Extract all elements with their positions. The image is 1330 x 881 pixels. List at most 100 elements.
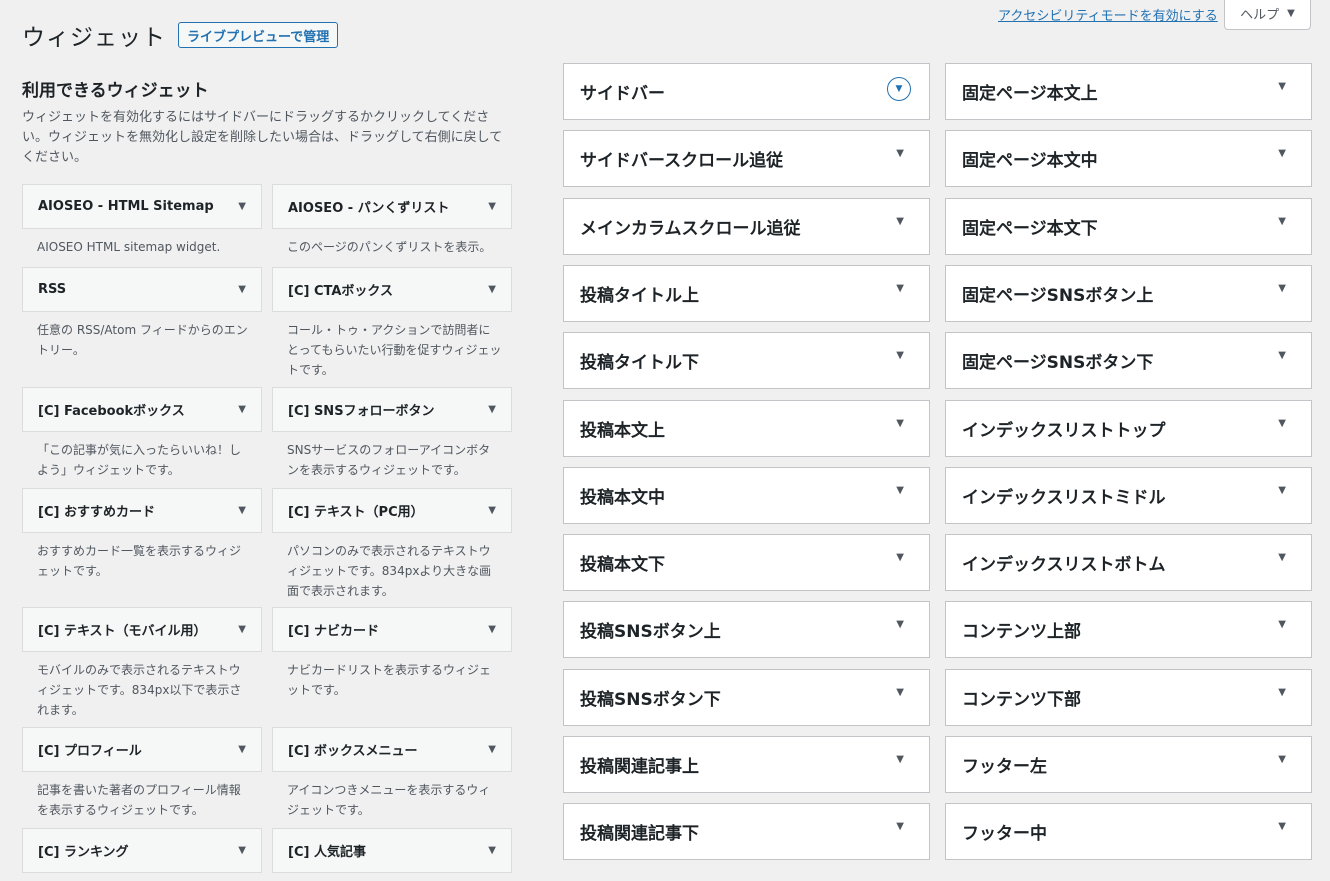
sidebar-area[interactable]: 投稿関連記事上 ▼ bbox=[563, 736, 930, 793]
sidebar-title: コンテンツ上部 bbox=[962, 622, 1081, 642]
help-button[interactable]: ヘルプ ▼ bbox=[1224, 0, 1311, 30]
widget-navi-card[interactable]: [C] ナビカード ▼ bbox=[272, 607, 512, 652]
sidebar-title: 固定ページ本文中 bbox=[962, 151, 1098, 171]
sidebar-area[interactable]: サイドバー ▼ bbox=[563, 63, 930, 120]
triangle-down-icon[interactable]: ▼ bbox=[896, 350, 904, 361]
widget-title: [C] テキスト（PC用） bbox=[288, 505, 424, 520]
widget-text-mobile[interactable]: [C] テキスト（モバイル用） ▼ bbox=[22, 607, 262, 652]
triangle-down-icon[interactable]: ▼ bbox=[896, 619, 904, 630]
triangle-down-icon[interactable]: ▼ bbox=[896, 821, 904, 832]
triangle-down-icon[interactable]: ▼ bbox=[488, 404, 496, 415]
widget-title: [C] ランキング bbox=[38, 845, 129, 860]
triangle-down-icon[interactable]: ▼ bbox=[1278, 687, 1286, 698]
triangle-down-icon[interactable]: ▼ bbox=[896, 418, 904, 429]
triangle-down-icon[interactable]: ▼ bbox=[896, 283, 904, 294]
triangle-down-icon[interactable]: ▼ bbox=[1278, 148, 1286, 159]
triangle-down-icon[interactable]: ▼ bbox=[896, 216, 904, 227]
widget-description: パソコンのみで表示されるテキストウィジェットです。834pxより大きな画面で表示… bbox=[287, 544, 492, 598]
sidebar-area[interactable]: 投稿本文上 ▼ bbox=[563, 400, 930, 457]
widget-ranking[interactable]: [C] ランキング ▼ bbox=[22, 828, 262, 873]
triangle-down-icon[interactable]: ▼ bbox=[1278, 81, 1286, 92]
sidebar-area[interactable]: 投稿本文中 ▼ bbox=[563, 467, 930, 524]
sidebar-area[interactable]: メインカラムスクロール追従 ▼ bbox=[563, 198, 930, 255]
widget-aioseo-breadcrumb[interactable]: AIOSEO - パンくずリスト ▼ bbox=[272, 184, 512, 229]
widget-sns-follow[interactable]: [C] SNSフォローボタン ▼ bbox=[272, 387, 512, 432]
triangle-down-icon[interactable]: ▼ bbox=[896, 148, 904, 159]
triangle-down-icon[interactable]: ▼ bbox=[488, 201, 496, 212]
sidebar-title: メインカラムスクロール追従 bbox=[580, 219, 801, 239]
sidebar-area[interactable]: 投稿SNSボタン下 ▼ bbox=[563, 669, 930, 726]
widget-box-menu[interactable]: [C] ボックスメニュー ▼ bbox=[272, 727, 512, 772]
widget-description: AIOSEO HTML sitemap widget. bbox=[37, 240, 221, 254]
sidebar-area[interactable]: インデックスリストミドル ▼ bbox=[945, 467, 1312, 524]
triangle-down-icon[interactable]: ▼ bbox=[488, 744, 496, 755]
triangle-down-icon[interactable]: ▼ bbox=[488, 845, 496, 856]
sidebar-title: 投稿本文下 bbox=[580, 555, 665, 575]
triangle-down-icon[interactable]: ▼ bbox=[1278, 350, 1286, 361]
sidebar-area[interactable]: インデックスリストボトム ▼ bbox=[945, 534, 1312, 591]
sidebar-area[interactable]: フッター左 ▼ bbox=[945, 736, 1312, 793]
sidebar-title: 固定ページSNSボタン下 bbox=[962, 353, 1154, 373]
triangle-down-icon[interactable]: ▼ bbox=[488, 284, 496, 295]
triangle-down-icon[interactable]: ▼ bbox=[238, 201, 246, 212]
widget-title: [C] プロフィール bbox=[38, 744, 142, 759]
sidebar-area[interactable]: インデックスリストトップ ▼ bbox=[945, 400, 1312, 457]
sidebar-title: インデックスリストトップ bbox=[962, 421, 1166, 441]
sidebar-area[interactable]: 投稿タイトル上 ▼ bbox=[563, 265, 930, 322]
widget-profile[interactable]: [C] プロフィール ▼ bbox=[22, 727, 262, 772]
sidebar-area[interactable]: フッター中 ▼ bbox=[945, 803, 1312, 860]
sidebar-area[interactable]: サイドバースクロール追従 ▼ bbox=[563, 130, 930, 187]
accessibility-mode-link[interactable]: アクセシビリティモードを有効にする bbox=[998, 5, 1218, 24]
sidebar-area[interactable]: 固定ページSNSボタン下 ▼ bbox=[945, 332, 1312, 389]
triangle-down-icon[interactable]: ▼ bbox=[896, 754, 904, 765]
triangle-down-icon[interactable]: ▼ bbox=[1278, 552, 1286, 563]
widget-facebook-box[interactable]: [C] Facebookボックス ▼ bbox=[22, 387, 262, 432]
sidebar-area[interactable]: 固定ページ本文上 ▼ bbox=[945, 63, 1312, 120]
sidebar-title: 固定ページ本文上 bbox=[962, 84, 1098, 104]
sidebar-area[interactable]: 投稿SNSボタン上 ▼ bbox=[563, 601, 930, 658]
sidebar-area[interactable]: 投稿関連記事下 ▼ bbox=[563, 803, 930, 860]
sidebar-title: 投稿本文中 bbox=[580, 488, 665, 508]
toggle-circle-icon[interactable]: ▼ bbox=[887, 76, 911, 101]
widget-description: おすすめカード一覧を表示するウィジェットです。 bbox=[37, 544, 242, 578]
sidebar-title: サイドバー bbox=[580, 84, 665, 104]
widget-recommended-card[interactable]: [C] おすすめカード ▼ bbox=[22, 488, 262, 533]
widget-rss[interactable]: RSS ▼ bbox=[22, 267, 262, 312]
triangle-down-icon[interactable]: ▼ bbox=[1278, 418, 1286, 429]
triangle-down-icon[interactable]: ▼ bbox=[896, 687, 904, 698]
sidebar-area[interactable]: 固定ページSNSボタン上 ▼ bbox=[945, 265, 1312, 322]
widget-description: このページのパンくずリストを表示。 bbox=[287, 240, 492, 254]
triangle-down-icon[interactable]: ▼ bbox=[1278, 754, 1286, 765]
widget-cta-box[interactable]: [C] CTAボックス ▼ bbox=[272, 267, 512, 312]
triangle-down-icon[interactable]: ▼ bbox=[488, 505, 496, 516]
triangle-down-icon[interactable]: ▼ bbox=[488, 624, 496, 635]
widget-title: [C] 人気記事 bbox=[288, 845, 366, 860]
triangle-down-icon[interactable]: ▼ bbox=[238, 505, 246, 516]
widget-popular-posts[interactable]: [C] 人気記事 ▼ bbox=[272, 828, 512, 873]
triangle-down-icon[interactable]: ▼ bbox=[1278, 485, 1286, 496]
sidebar-title: サイドバースクロール追従 bbox=[580, 151, 784, 171]
available-widgets-heading: 利用できるウィジェット bbox=[22, 81, 209, 101]
triangle-down-icon[interactable]: ▼ bbox=[1278, 216, 1286, 227]
triangle-down-icon[interactable]: ▼ bbox=[238, 845, 246, 856]
live-preview-manage-button[interactable]: ライブプレビューで管理 bbox=[178, 22, 339, 48]
sidebar-area[interactable]: 投稿タイトル下 ▼ bbox=[563, 332, 930, 389]
triangle-down-icon[interactable]: ▼ bbox=[1278, 283, 1286, 294]
triangle-down-icon[interactable]: ▼ bbox=[238, 284, 246, 295]
sidebar-area[interactable]: 固定ページ本文中 ▼ bbox=[945, 130, 1312, 187]
sidebar-area[interactable]: コンテンツ上部 ▼ bbox=[945, 601, 1312, 658]
widget-title: AIOSEO - HTML Sitemap bbox=[38, 199, 214, 214]
triangle-down-icon[interactable]: ▼ bbox=[1278, 821, 1286, 832]
triangle-down-icon[interactable]: ▼ bbox=[1278, 619, 1286, 630]
widget-aioseo-html-sitemap[interactable]: AIOSEO - HTML Sitemap ▼ bbox=[22, 184, 262, 229]
sidebar-area[interactable]: コンテンツ下部 ▼ bbox=[945, 669, 1312, 726]
triangle-down-icon[interactable]: ▼ bbox=[238, 744, 246, 755]
triangle-down-icon[interactable]: ▼ bbox=[238, 404, 246, 415]
triangle-down-icon[interactable]: ▼ bbox=[896, 485, 904, 496]
triangle-down-icon[interactable]: ▼ bbox=[896, 552, 904, 563]
widget-text-pc[interactable]: [C] テキスト（PC用） ▼ bbox=[272, 488, 512, 533]
sidebar-area[interactable]: 固定ページ本文下 ▼ bbox=[945, 198, 1312, 255]
sidebar-area[interactable]: 投稿本文下 ▼ bbox=[563, 534, 930, 591]
triangle-down-icon[interactable]: ▼ bbox=[238, 624, 246, 635]
widget-title: AIOSEO - パンくずリスト bbox=[288, 201, 450, 216]
